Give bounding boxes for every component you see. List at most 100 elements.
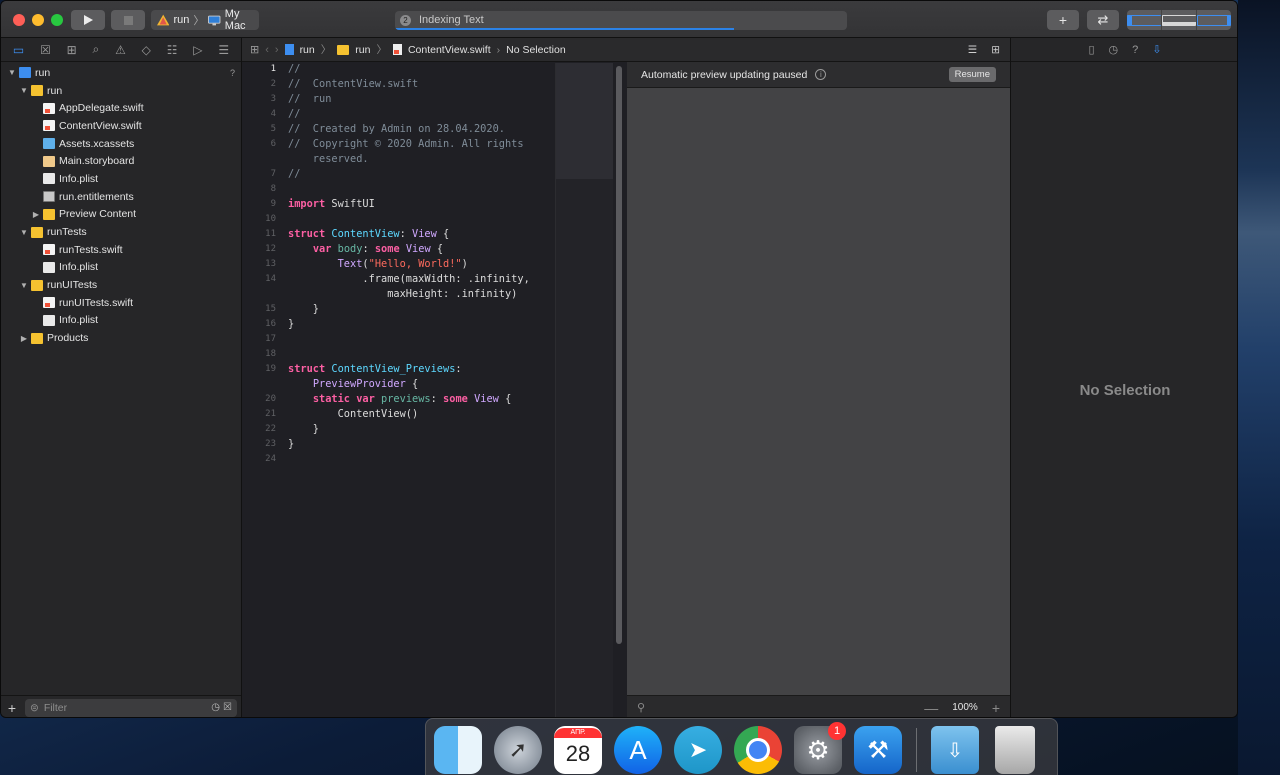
toggle-navigator-button[interactable] bbox=[1127, 10, 1162, 30]
scheme-selector[interactable]: run 〉 My Mac bbox=[151, 8, 259, 32]
code-review-button[interactable]: ⇄ bbox=[1087, 10, 1119, 30]
editor-scrollbar[interactable] bbox=[616, 66, 622, 644]
code-text: maxHeight: .infinity) bbox=[288, 288, 518, 300]
modified-files-icon[interactable]: ☒ bbox=[223, 702, 232, 713]
attributes-inspector-icon[interactable]: ⇩ bbox=[1152, 43, 1161, 56]
system-preferences-icon[interactable]: ⚙ 1 bbox=[794, 722, 846, 774]
navigator-item[interactable]: Main.storyboard bbox=[1, 152, 241, 170]
navigator-item[interactable]: ▼ run? bbox=[1, 64, 241, 82]
forward-arrow-icon[interactable]: › bbox=[275, 44, 279, 56]
code-text-area[interactable]: 1 // 2 // ContentView.swift 3 // run 4 // 5 // Cr… bbox=[242, 63, 555, 717]
code-text: // run bbox=[288, 93, 332, 105]
history-inspector-icon[interactable]: ◷ bbox=[1109, 43, 1119, 56]
symbol-hierarchy-icon[interactable]: ⊞ bbox=[67, 43, 77, 57]
disclosure-open-icon[interactable]: ▼ bbox=[19, 281, 29, 290]
navigator-item[interactable]: Info.plist bbox=[1, 312, 241, 330]
library-button[interactable]: + bbox=[1047, 10, 1079, 30]
jumpbar-item[interactable]: run bbox=[355, 44, 370, 56]
disclosure-closed-icon[interactable]: ▶ bbox=[31, 210, 41, 219]
folder-file-icon bbox=[43, 208, 55, 220]
preview-status-bar: Automatic preview updating paused i Resu… bbox=[627, 62, 1010, 88]
zoom-in-button[interactable]: + bbox=[992, 700, 1000, 716]
disclosure-open-icon[interactable]: ▼ bbox=[19, 86, 29, 95]
pin-icon[interactable]: ⚲ bbox=[637, 701, 645, 714]
jumpbar-item[interactable]: No Selection bbox=[506, 44, 566, 56]
line-number: 18 bbox=[265, 349, 276, 359]
navigator-item[interactable]: ▼ runUITests bbox=[1, 276, 241, 294]
navigator-item[interactable]: run.entitlements bbox=[1, 188, 241, 206]
launchpad-icon[interactable]: ➚ bbox=[494, 726, 542, 774]
run-button[interactable] bbox=[71, 10, 105, 30]
issue-warning-icon[interactable]: ⚠ bbox=[115, 43, 126, 57]
chrome-icon[interactable] bbox=[734, 726, 782, 774]
source-control-icon[interactable]: ☒ bbox=[40, 43, 51, 57]
filter-input[interactable]: ⊜ Filter ◷ ☒ bbox=[25, 698, 237, 717]
resume-button[interactable]: Resume bbox=[948, 67, 996, 82]
toggle-inspector-button[interactable] bbox=[1197, 10, 1231, 30]
minimap[interactable] bbox=[555, 63, 613, 717]
zoom-window-button[interactable] bbox=[51, 14, 63, 26]
navigator-item[interactable]: runTests.swift bbox=[1, 241, 241, 259]
recent-files-icon[interactable]: ◷ bbox=[211, 702, 220, 713]
plus-icon: + bbox=[1058, 12, 1068, 28]
jumpbar-item[interactable]: run bbox=[300, 44, 315, 56]
disclosure-open-icon[interactable]: ▼ bbox=[19, 228, 29, 237]
finder-icon[interactable] bbox=[434, 726, 482, 774]
scheme-target-label: run bbox=[173, 14, 190, 26]
line-number: 12 bbox=[265, 244, 276, 254]
debug-icon[interactable]: ☷ bbox=[167, 43, 178, 57]
add-file-button[interactable]: + bbox=[5, 700, 19, 716]
source-control-badge: ? bbox=[229, 67, 235, 78]
navigator-item[interactable]: runUITests.swift bbox=[1, 294, 241, 312]
editor-options-icon[interactable]: ☰ bbox=[968, 44, 977, 56]
quick-help-icon[interactable]: ? bbox=[1132, 44, 1138, 56]
navigator-item[interactable]: ▶ Products bbox=[1, 329, 241, 347]
telegram-icon[interactable]: ➤ bbox=[674, 726, 722, 774]
navigator-item[interactable]: ▼ runTests bbox=[1, 223, 241, 241]
app-store-icon[interactable]: A bbox=[614, 726, 662, 774]
disclosure-open-icon[interactable]: ▼ bbox=[7, 68, 17, 77]
assets-file-icon bbox=[43, 138, 55, 150]
jumpbar-item[interactable]: ContentView.swift bbox=[408, 44, 491, 56]
toggle-debug-area-button[interactable] bbox=[1162, 10, 1197, 30]
navigator-item[interactable]: ContentView.swift bbox=[1, 117, 241, 135]
file-inspector-icon[interactable]: ▯ bbox=[1088, 43, 1094, 56]
play-icon bbox=[84, 15, 93, 25]
disclosure-closed-icon[interactable]: ▶ bbox=[19, 334, 29, 343]
folder-icon[interactable]: ▭ bbox=[13, 43, 24, 57]
navigator-item-label: Products bbox=[47, 332, 89, 345]
code-text: } bbox=[288, 318, 295, 330]
navigator-item[interactable]: Info.plist bbox=[1, 259, 241, 277]
close-window-button[interactable] bbox=[13, 14, 25, 26]
xcode-icon[interactable]: ⚒ bbox=[854, 726, 902, 774]
split-editor-icon[interactable]: ⊞ bbox=[991, 44, 1000, 56]
calendar-icon[interactable]: АПР. 28 bbox=[554, 726, 602, 774]
find-icon[interactable]: ⌕ bbox=[93, 42, 100, 57]
code-text: } bbox=[288, 423, 319, 435]
report-icon[interactable]: ☰ bbox=[218, 43, 229, 57]
project-icon bbox=[284, 44, 294, 55]
breakpoint-icon[interactable]: ▷ bbox=[193, 43, 202, 57]
zoom-out-button[interactable]: — bbox=[924, 700, 938, 716]
stop-button[interactable] bbox=[111, 10, 145, 30]
code-text: var body: some View { bbox=[312, 243, 444, 255]
minimize-window-button[interactable] bbox=[32, 14, 44, 26]
code-text: reserved. bbox=[288, 153, 369, 165]
dock-separator bbox=[916, 728, 917, 772]
test-diamond-icon[interactable]: ◇ bbox=[142, 43, 151, 57]
navigator-item-label: Info.plist bbox=[59, 314, 99, 327]
navigator-item[interactable]: ▼ run bbox=[1, 82, 241, 100]
storyboard-file-icon bbox=[43, 155, 55, 167]
navigator-item[interactable]: AppDelegate.swift bbox=[1, 99, 241, 117]
related-items-icon[interactable]: ⊞ bbox=[250, 43, 259, 56]
downloads-folder-icon[interactable]: ⇩ bbox=[931, 726, 979, 774]
back-arrow-icon[interactable]: ‹ bbox=[265, 44, 269, 56]
navigator-item[interactable]: ▶ Preview Content bbox=[1, 206, 241, 224]
navigator-item[interactable]: Info.plist bbox=[1, 170, 241, 188]
code-text: // bbox=[288, 63, 301, 75]
folder-file-icon bbox=[31, 85, 43, 97]
trash-icon[interactable] bbox=[995, 726, 1035, 774]
navigator-item[interactable]: Assets.xcassets bbox=[1, 135, 241, 153]
info-icon[interactable]: i bbox=[815, 69, 827, 80]
minimap-visible-region[interactable] bbox=[556, 63, 613, 179]
